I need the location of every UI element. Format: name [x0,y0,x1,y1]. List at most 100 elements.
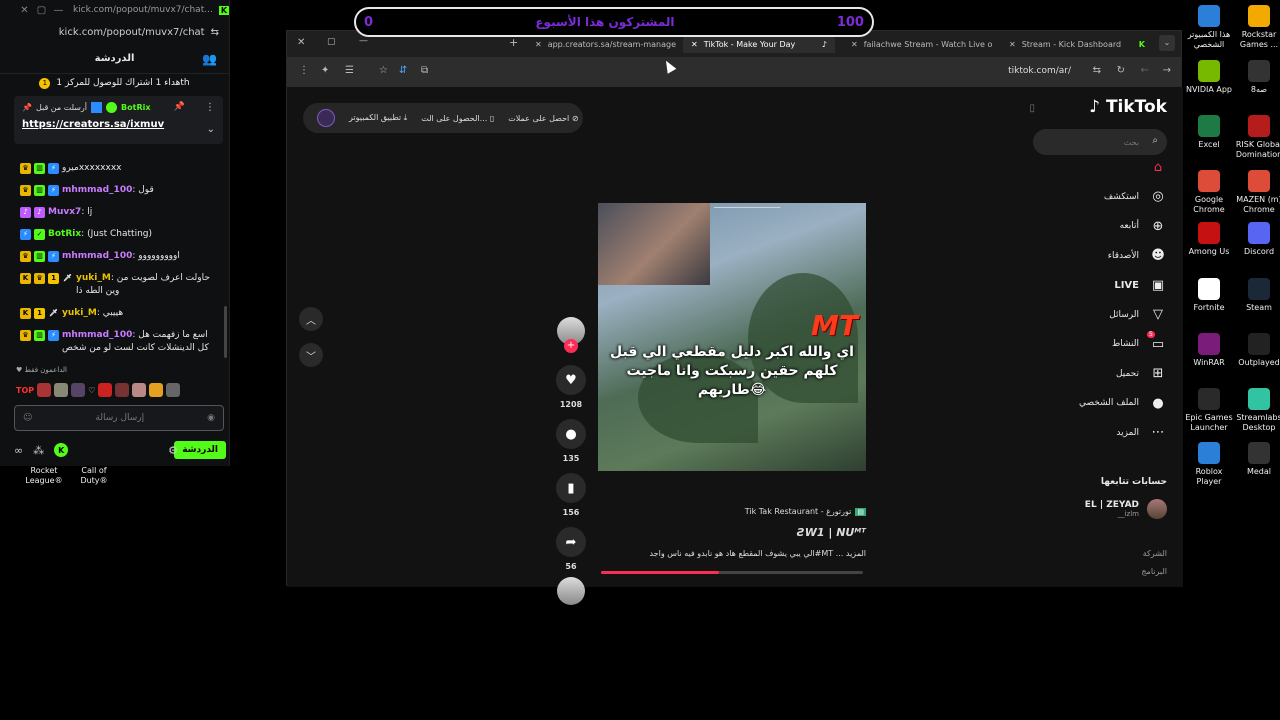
bookmark-icon[interactable]: ▮ [556,473,586,503]
chat-message[interactable]: ♛ ▥ ⚡ ميروxxxxxxxx [20,162,220,175]
close-icon[interactable]: ✕ [16,5,33,16]
maximize-window-icon[interactable]: ▢ [327,37,336,47]
get-app-button[interactable]: الحصول على الت... ▯ [421,114,494,123]
site-info-icon[interactable]: ⇆ [1093,65,1101,76]
get-coins-button[interactable]: احصل على عملات ⊘ [508,114,578,123]
chat-scrollbar[interactable] [224,306,227,358]
supporter-avatar[interactable] [149,383,164,397]
maximize-icon[interactable]: ▢ [33,5,50,16]
desktop-icon-call-of-duty[interactable]: Call of Duty® [68,466,120,486]
chat-username[interactable]: mhmmad_100 [62,330,132,340]
desktop-icon[interactable]: WinRAR [1183,333,1235,368]
follow-plus-icon[interactable]: + [564,339,578,353]
share-arrow-icon[interactable]: ➦ [556,527,586,557]
tab-tiktok[interactable]: ✕ TikTok - Make Your Day ♪ [683,35,835,53]
desktop-icon[interactable]: Among Us [1183,222,1235,257]
close-window-icon[interactable]: ✕ [297,37,305,48]
address-bar[interactable]: tiktok.com/ar/ [1008,66,1071,76]
previous-video-button[interactable]: ︿ [299,307,323,331]
following-account[interactable]: EL | ZEYAD __izlm [1085,499,1167,519]
creator-avatar[interactable]: + [557,317,585,353]
desktop-icon[interactable]: Google Chrome [1183,170,1235,215]
desktop-icon[interactable]: Rockstar Games ... [1233,5,1280,50]
sidebar-item-home[interactable]: ⌂ [1027,157,1167,177]
minimize-icon[interactable]: — [50,5,67,16]
comment-icon[interactable]: ● [556,419,586,449]
tab-kick-dashboard[interactable]: ✕ Stream - Kick Dashboard K [1001,35,1153,53]
video-description[interactable]: الي يبي يشوف المقطع هاد هو نابدو فيه ناس… [598,549,866,558]
desktop-icon[interactable]: Excel [1183,115,1235,150]
desktop-icon[interactable]: Roblox Player [1183,442,1235,487]
chat-username[interactable]: yuki_M [62,308,97,318]
new-tab-icon[interactable]: + [509,36,518,49]
close-tab-icon[interactable]: ✕ [851,40,858,49]
search-input[interactable]: بحث ⌕ [1033,129,1167,155]
tiktok-logo[interactable]: ♪ TikTok [1089,97,1167,117]
desktop-icon[interactable]: Discord [1233,222,1280,257]
close-tab-icon[interactable]: ✕ [691,40,698,49]
more-options-icon[interactable]: ⋮ [205,102,215,113]
sidebar-item-friends[interactable]: الأصدقاء ☻ [1027,246,1167,266]
close-tab-icon[interactable]: ✕ [1009,40,1016,49]
desktop-icon[interactable]: هذا الكمبيوتر الشخصي [1183,5,1235,50]
chat-message[interactable]: ♛ ▥ ⚡ mhmmad_100: اسع ما زفهمت هل كل الدينش… [20,329,220,355]
desktop-icon[interactable]: Outplayed [1233,333,1280,368]
site-settings-icon[interactable]: ⇆ [211,27,219,38]
like-heart-icon[interactable]: ♥ [556,365,586,395]
share-icon[interactable]: ⁂ [33,444,44,457]
gear-icon[interactable]: ⚙ [168,444,178,457]
sidebar-item-live[interactable]: LIVE ▣ [1027,275,1167,295]
chat-username[interactable]: yuki_M [76,273,111,283]
supporter-avatar[interactable] [166,383,181,397]
emoji-icon[interactable]: ☺ [23,413,32,423]
video-author[interactable]: Tik Tak Restaurant - تورتورغ [745,507,852,516]
collapse-sidebar-icon[interactable]: ▯ [1029,103,1035,114]
supporter-avatar[interactable] [115,383,130,397]
unpin-icon[interactable]: 📌 [174,102,185,112]
search-icon[interactable]: ⌕ [1152,135,1158,146]
translate-icon[interactable]: ⇵ [399,65,407,76]
supporter-avatar[interactable] [37,383,52,397]
sidebar-item-profile[interactable]: الملف الشخصي ● [1027,393,1167,413]
menu-dots-icon[interactable]: ⋮ [299,65,309,76]
footer-company-link[interactable]: الشركة [1143,549,1167,558]
supporter-avatar[interactable] [71,383,86,397]
sidebar-item-send[interactable]: الرسائل ▽ [1027,305,1167,325]
reload-icon[interactable]: ↻ [1117,65,1125,76]
desktop-icon[interactable]: Epic Games Launcher [1183,388,1235,433]
sidebar-item-more[interactable]: المزيد ⋯ [1027,423,1167,443]
kick-points-icon[interactable]: K [54,443,69,457]
footer-program-link[interactable]: البرنامج [1141,567,1167,576]
sidebar-item-compass[interactable]: استكشف ◎ [1027,187,1167,207]
supporter-avatar[interactable] [54,383,69,397]
pinned-message[interactable]: 📌 أرسلت من قبل BotRix 📌 ⋮ ⌄ https://crea… [14,96,223,144]
infinity-icon[interactable]: ∞ [14,444,23,457]
extension-icon[interactable]: ✦ [321,65,329,76]
back-arrow-icon[interactable]: ← [1141,65,1149,76]
chat-url[interactable]: kick.com/popout/muvx7/chat [59,27,205,38]
desktop-icon[interactable]: MAZEN (m) Chrome [1233,170,1280,215]
desktop-icon[interactable]: 8صه [1233,60,1280,95]
desktop-icon-rocket-league[interactable]: Rocket League® [18,466,70,486]
video-title[interactable]: ƧW1 | NUᴹᵀ [598,526,866,539]
chat-send-button[interactable]: الدردشة [174,441,226,459]
chat-username[interactable]: mhmmad_100 [62,185,132,195]
desktop-icon[interactable]: Streamlabs Desktop [1233,388,1280,433]
tab-failachwe[interactable]: ✕ failachwe Stream - Watch Live o K [843,35,993,53]
pinned-link[interactable]: https://creators.sa/ixmuv [22,119,215,130]
tab-list-icon[interactable]: ⌄ [1159,35,1175,51]
sidebar-item-follow[interactable]: أتابعه ⊕ [1027,216,1167,236]
chat-message[interactable]: K 1 🗡 yuki_M: هييبي [20,307,220,320]
video-player[interactable]: ━━━━━━━━━━━━━━━━━━━━━━ MT اي والله اكبر … [598,203,866,471]
chat-message[interactable]: K ♛ 1 🗡 yuki_M: حاولت اعرف لصويت من وين الطه… [20,272,220,298]
account-avatar[interactable] [317,109,335,127]
desktop-icon[interactable]: RISK Global Domination [1233,115,1280,160]
next-video-button[interactable]: ﹀ [299,343,323,367]
desktop-icon[interactable]: NVIDIA App [1183,60,1235,95]
desktop-icon[interactable]: Steam [1233,278,1280,313]
users-icon[interactable]: 👥 [202,52,217,66]
forward-arrow-icon[interactable]: → [1163,65,1171,76]
chat-message-input[interactable]: ☺ إرسال رسالة ◉ [14,405,224,431]
desktop-icon[interactable]: Fortnite [1183,278,1235,313]
chat-username[interactable]: mhmmad_100 [62,251,132,261]
